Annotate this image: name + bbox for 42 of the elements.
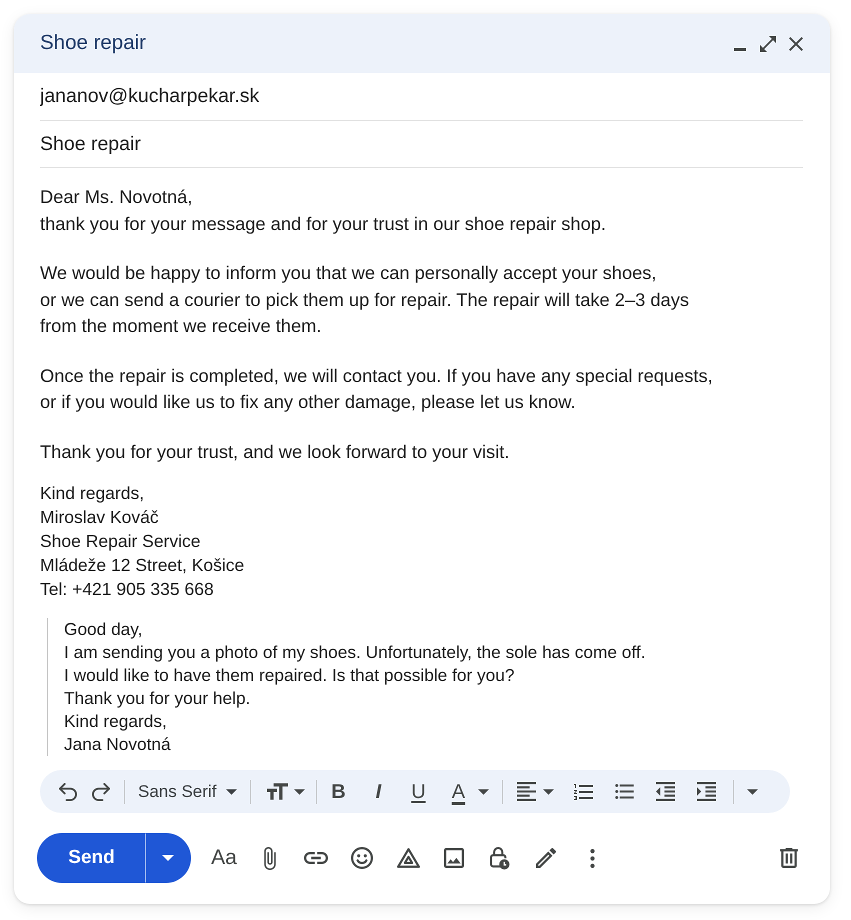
body-paragraph: Once the repair is completed, we will contact you. If you have any special requests, or if you would like us to fix any other damage, please let us know. [40,364,714,414]
caret-icon [478,788,490,794]
caret-icon [543,788,554,794]
text-size-icon [267,783,288,800]
triangle-icon [396,848,420,868]
bold-button[interactable]: B [324,776,352,806]
send-options-button[interactable] [145,833,191,883]
more-icon [590,848,594,868]
expand-icon [760,36,776,52]
body-paragraph: Dear Ms. Novotná, thank you for your message and for your trust in our shoe repair shop. [40,185,608,236]
increase-indent-icon [696,782,716,801]
pencil-icon [536,848,556,868]
font-dropdown[interactable]: Sans Serif [133,776,244,806]
numbered-list-icon [574,784,593,800]
smiley-icon [351,847,373,869]
link-icon [304,852,328,864]
bulleted-list-icon [614,784,634,799]
align-left-icon [517,782,536,801]
window-title: Shoe repair [40,30,146,56]
caret-icon [162,855,174,861]
body-paragraph: Thank you for your trust, and we look forward to your visit. [40,440,510,464]
text-color-button[interactable]: A [444,776,494,806]
send-button[interactable]: Send [37,833,146,883]
italic-button[interactable]: I [364,776,392,806]
body-paragraph: We would be happy to inform you that we can personally accept your shoes, or we can send a courier to pick them up for repair. The repair will take 2–3 days from the moment we receive them. [40,261,690,338]
trash-icon [780,848,798,868]
paperclip-icon [264,846,276,870]
caret-icon [294,788,306,794]
underline-button[interactable]: U [404,776,432,806]
subject-field[interactable]: Shoe repair [40,121,803,168]
redo-icon [92,782,110,800]
lock-icon [490,846,510,870]
signature-text: Kind regards, Miroslav Kováč Shoe Repair Service Mládeže 12 Street, Košice Tel: +421 905 335 668 [40,482,246,601]
image-icon [444,848,464,868]
close-icon [789,36,803,50]
minimize-icon [734,48,746,50]
caret-icon [226,788,238,794]
undo-icon [59,782,77,800]
quoted-message: Good day, I am sending you a photo of my shoes. Unfortunately, the sole has come off. I would like to have them repaired. Is that possible for you? Thank you for your help. Kind regards, Jana Novotná [47,618,804,756]
decrease-indent-icon [656,782,675,801]
caret-icon [747,788,758,794]
formatting-options-button[interactable]: Aa [206,840,242,876]
